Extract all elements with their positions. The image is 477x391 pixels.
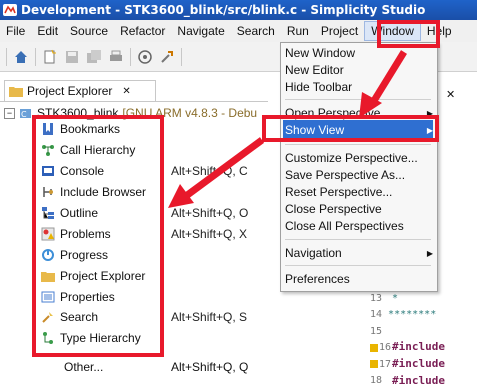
title-bar: Development - STK3600_blink/src/blink.c … bbox=[0, 0, 477, 20]
debug-icon[interactable] bbox=[137, 49, 153, 65]
home-icon[interactable] bbox=[13, 49, 29, 65]
menu-item-navigation[interactable]: Navigation ▶ bbox=[285, 245, 435, 261]
window-title: Development - STK3600_blink/src/blink.c … bbox=[21, 3, 426, 17]
menu-source[interactable]: Source bbox=[64, 20, 114, 42]
tab-project-explorer[interactable]: Project Explorer ✕ bbox=[4, 80, 156, 101]
menu-separator bbox=[285, 265, 431, 266]
save-all-icon[interactable] bbox=[86, 49, 102, 65]
highlight-box-show-view bbox=[262, 115, 439, 142]
tab-label: Project Explorer bbox=[27, 84, 113, 98]
menu-item-save-perspective[interactable]: Save Perspective As... bbox=[285, 167, 435, 183]
folder-icon bbox=[9, 85, 23, 97]
print-icon[interactable] bbox=[108, 49, 124, 65]
view-shortcut: Alt+Shift+Q, C bbox=[171, 164, 248, 179]
include-lines: #include #include #include bbox=[392, 340, 445, 391]
menu-item-new-editor[interactable]: New Editor bbox=[285, 62, 435, 78]
view-shortcut: Alt+Shift+Q, O bbox=[171, 206, 249, 220]
menu-separator bbox=[285, 144, 431, 145]
build-icon[interactable] bbox=[159, 49, 175, 65]
menu-item-hide-toolbar[interactable]: Hide Toolbar bbox=[285, 79, 435, 95]
window-menu-dropdown: New Window New Editor Hide Toolbar Open … bbox=[280, 42, 438, 292]
highlight-box-view-list bbox=[32, 115, 164, 357]
app-icon bbox=[3, 4, 17, 16]
toolbar-separator bbox=[6, 47, 7, 66]
view-label: Other... bbox=[64, 360, 104, 374]
toolbar-separator bbox=[181, 47, 182, 66]
menu-project[interactable]: Project bbox=[315, 20, 364, 42]
new-icon[interactable] bbox=[42, 49, 58, 65]
menu-file[interactable]: File bbox=[0, 20, 31, 42]
project-icon: C bbox=[19, 106, 33, 120]
view-item-other[interactable]: Other... Alt+Shift+Q, Q bbox=[36, 357, 268, 377]
menu-navigate[interactable]: Navigate bbox=[171, 20, 230, 42]
warning-icon bbox=[370, 360, 378, 369]
menu-item-close-all-perspectives[interactable]: Close All Perspectives bbox=[285, 218, 435, 234]
highlight-box-window-menu bbox=[377, 20, 440, 48]
menu-item-customize-perspective[interactable]: Customize Perspective... bbox=[285, 150, 435, 166]
menu-search[interactable]: Search bbox=[231, 20, 281, 42]
line-number: 15 bbox=[370, 325, 383, 337]
code-line: #include bbox=[392, 340, 445, 353]
view-shortcut: Alt+Shift+Q, X bbox=[171, 226, 248, 241]
view-shortcut: Alt+Shift+Q, Q bbox=[171, 360, 249, 374]
menu-item-label: Navigation bbox=[285, 246, 342, 260]
svg-text:C: C bbox=[21, 110, 27, 119]
warning-icon bbox=[370, 343, 378, 352]
tab-divider bbox=[0, 101, 268, 102]
line-number: 14 ******** bbox=[370, 309, 437, 321]
toolbar-separator bbox=[130, 47, 131, 66]
close-icon[interactable]: ✕ bbox=[122, 86, 130, 97]
code-line: #include bbox=[392, 374, 445, 387]
menu-separator bbox=[285, 99, 431, 100]
line-number: 13 * bbox=[370, 292, 399, 304]
toolbar-separator bbox=[35, 47, 36, 66]
menu-refactor[interactable]: Refactor bbox=[114, 20, 171, 42]
submenu-arrow-icon: ▶ bbox=[426, 248, 433, 258]
menu-item-close-perspective[interactable]: Close Perspective bbox=[285, 201, 435, 217]
menu-item-preferences[interactable]: Preferences bbox=[285, 271, 435, 287]
menu-edit[interactable]: Edit bbox=[31, 20, 64, 42]
menu-item-reset-perspective[interactable]: Reset Perspective... bbox=[285, 184, 435, 200]
view-shortcut: Alt+Shift+Q, S bbox=[171, 310, 248, 325]
collapse-icon[interactable]: − bbox=[4, 107, 15, 119]
code-line: #include bbox=[392, 357, 445, 370]
save-icon[interactable] bbox=[64, 49, 80, 65]
menu-separator bbox=[285, 239, 431, 240]
menu-run[interactable]: Run bbox=[281, 20, 315, 42]
